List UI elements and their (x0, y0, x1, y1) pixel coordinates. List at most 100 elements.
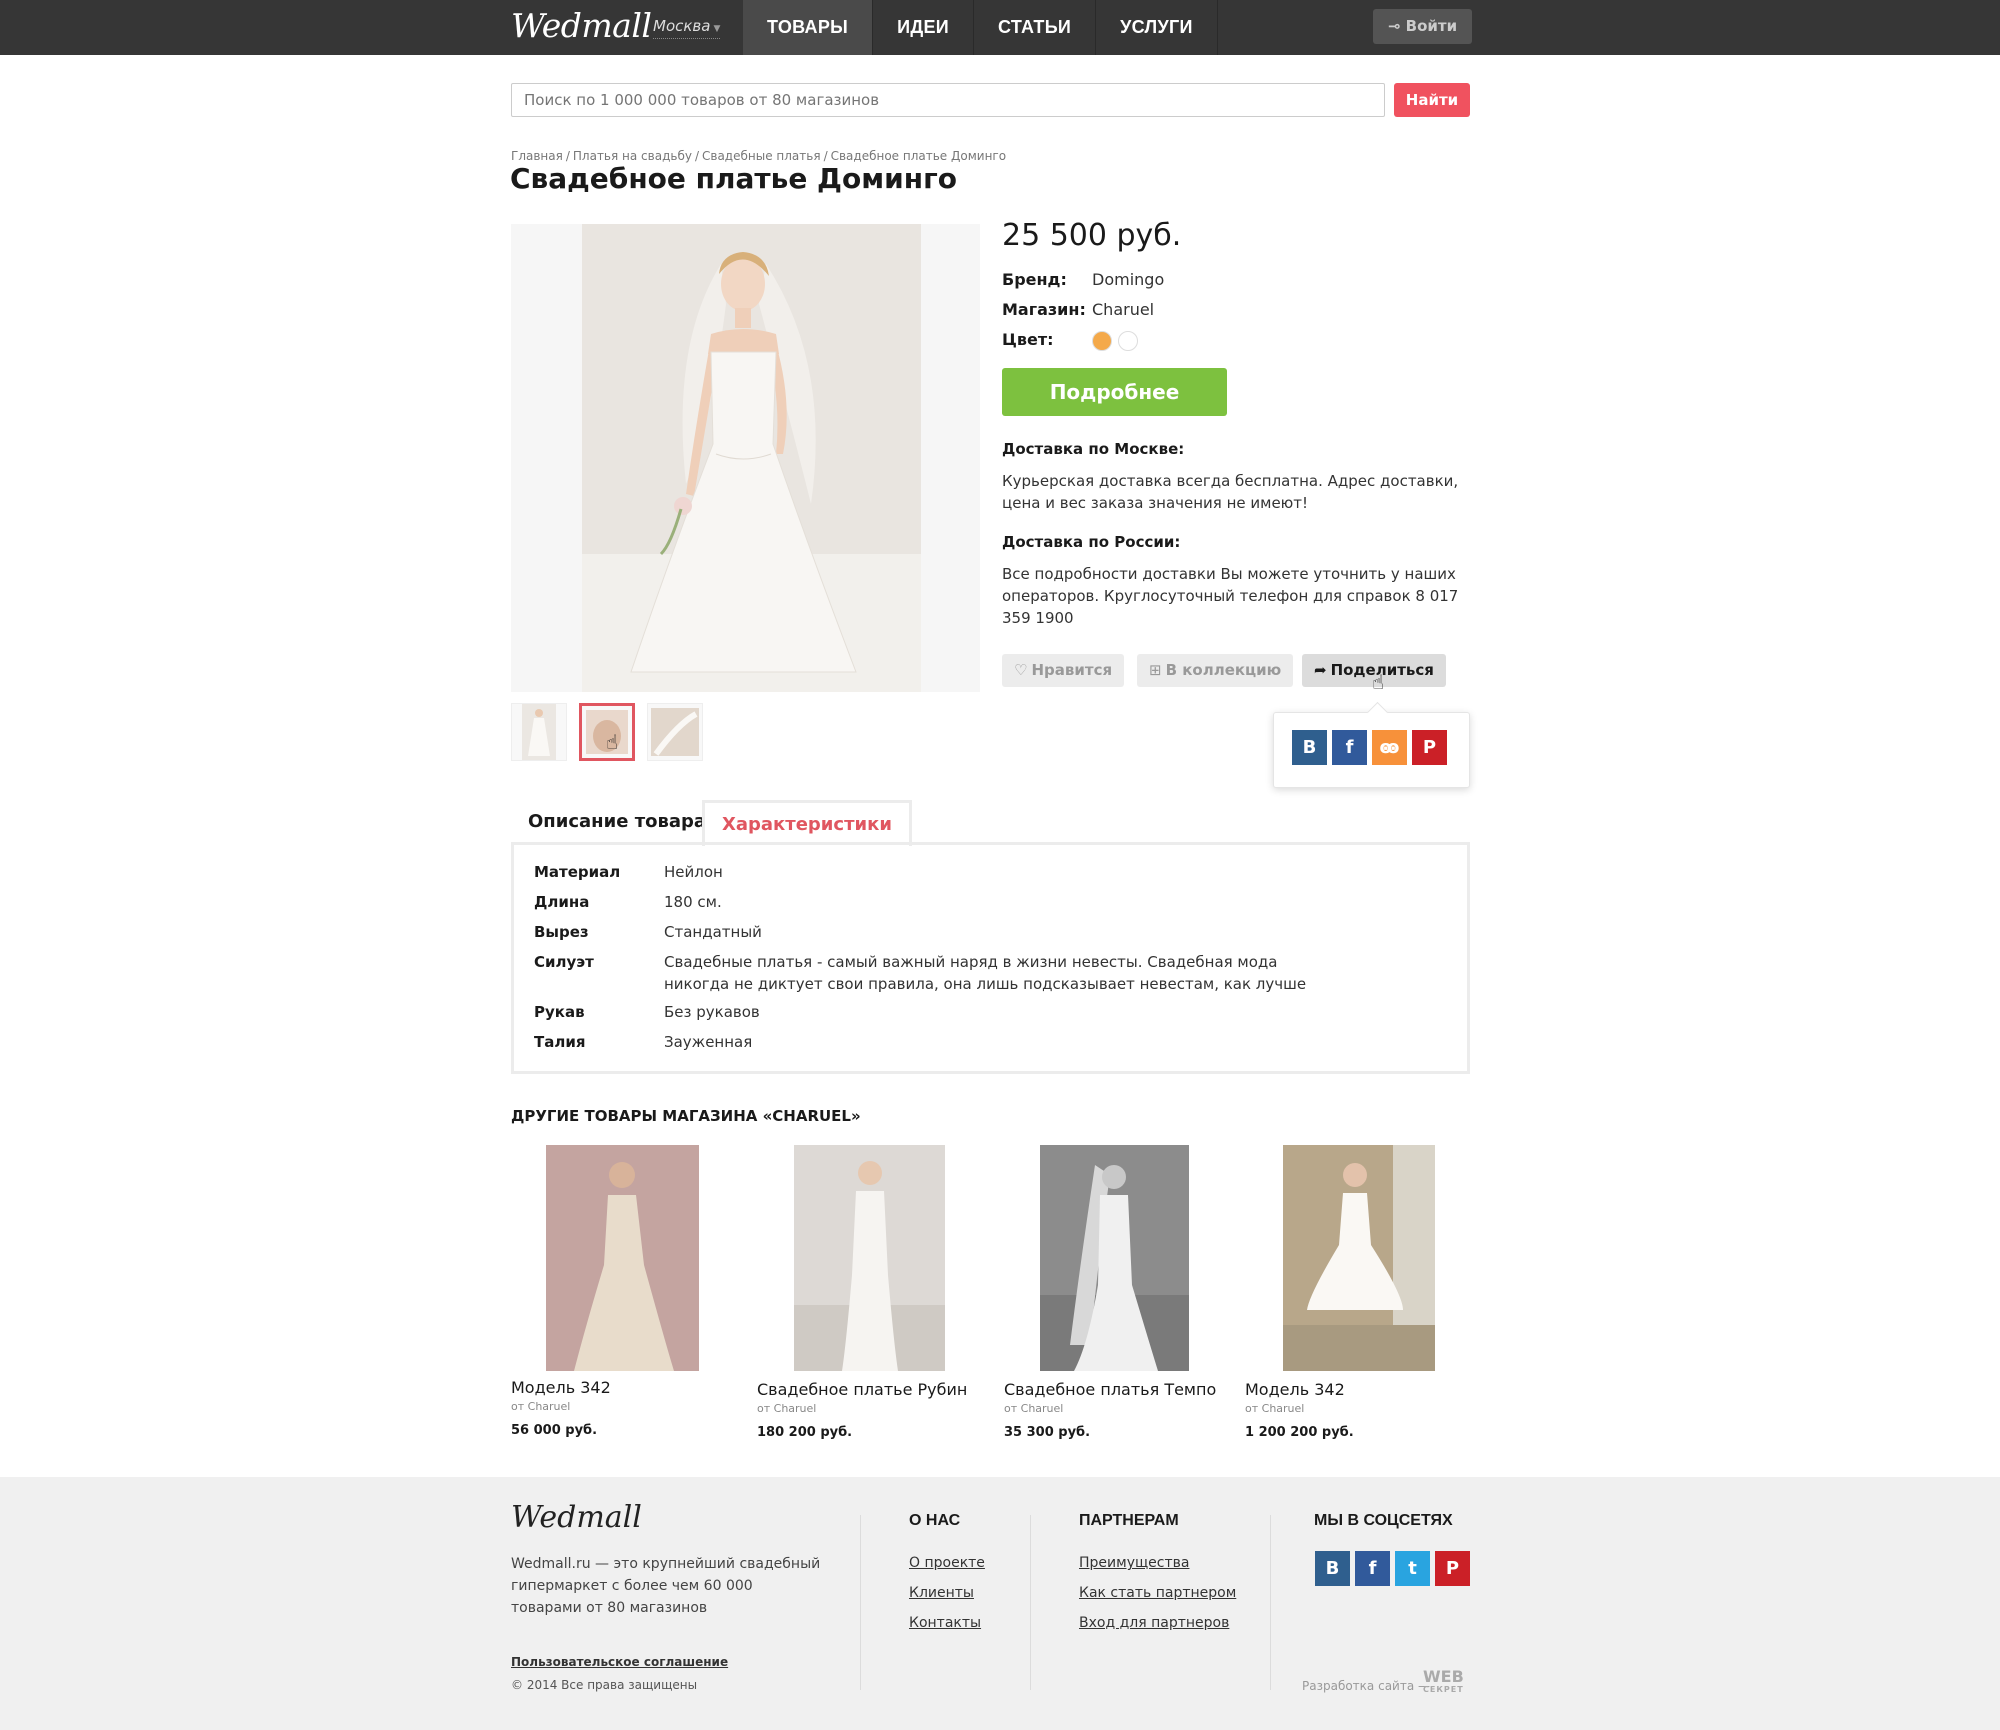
footer-partners-title: ПАРТНЕРАМ (1079, 1512, 1179, 1529)
facebook-icon[interactable]: f (1355, 1551, 1390, 1586)
chevron-down-icon: ▼ (713, 24, 721, 34)
spec-key: Материал (534, 863, 621, 881)
product-attributes: Бренд: Domingo Магазин: Charuel Цвет: (1002, 265, 1164, 355)
spec-value: Без рукавов (664, 1003, 760, 1021)
delivery-moscow-text: Курьерская доставка всегда бесплатна. Ад… (1002, 472, 1459, 512)
like-button[interactable]: ♡ Нравится (1002, 654, 1125, 687)
color-swatch-orange[interactable] (1092, 330, 1112, 351)
breadcrumb-link-bridal-dresses[interactable]: Свадебные платья (702, 149, 821, 163)
thumbnail-1[interactable] (511, 703, 567, 761)
product-card-image[interactable] (794, 1145, 945, 1371)
collection-label: В коллекцию (1165, 661, 1282, 679)
hand-cursor-icon: ☝ (1372, 670, 1385, 694)
footer-about-text: Wedmall.ru — это крупнейший свадебный ги… (511, 1556, 821, 1616)
related-products-title: ДРУГИЕ ТОВАРЫ МАГАЗИНА «CHARUEL» (511, 1107, 861, 1125)
site-logo[interactable]: Wedmall (511, 6, 652, 45)
color-label: Цвет: (1002, 330, 1054, 349)
spec-key: Силуэт (534, 953, 594, 971)
breadcrumb-link-wedding-dresses[interactable]: Платья на свадьбу (573, 149, 692, 163)
odnoklassniki-share-icon[interactable]: ꙭ (1372, 730, 1407, 765)
delivery-russia-text: Все подробности доставки Вы можете уточн… (1002, 565, 1459, 627)
product-main-image[interactable] (511, 224, 980, 692)
product-card-shop: от Charuel (1245, 1402, 1305, 1415)
footer-logo[interactable]: Wedmall (511, 1500, 642, 1535)
vk-icon[interactable]: В (1315, 1551, 1350, 1586)
city-selector[interactable]: Москва ▼ (653, 17, 721, 39)
footer-link-become-partner[interactable]: Как стать партнером (1079, 1585, 1236, 1601)
search-input[interactable] (511, 83, 1385, 117)
product-card-shop: от Charuel (511, 1400, 571, 1413)
twitter-icon[interactable]: t (1395, 1551, 1430, 1586)
footer-about-title: О НАС (909, 1512, 961, 1529)
spec-value: Свадебные платья - самый важный наряд в … (664, 953, 1307, 993)
brand-value: Domingo (1092, 270, 1165, 289)
nav-item-articles[interactable]: СТАТЬИ (974, 0, 1097, 55)
nav-item-services[interactable]: УСЛУГИ (1096, 0, 1218, 55)
key-icon: ⊸ (1387, 17, 1406, 35)
like-label: Нравится (1031, 661, 1113, 679)
shop-value: Charuel (1092, 300, 1155, 319)
footer-divider (1270, 1515, 1271, 1690)
thumbnail-2[interactable]: ☝ (579, 703, 635, 761)
shop-label: Магазин: (1002, 300, 1086, 319)
hand-cursor-icon: ☝ (606, 730, 619, 754)
spec-value: Нейлон (664, 863, 723, 881)
breadcrumb-current: Свадебное платье Доминго (830, 149, 1007, 163)
nav-item-ideas[interactable]: ИДЕИ (873, 0, 974, 55)
footer-link-partner-login[interactable]: Вход для партнеров (1079, 1615, 1229, 1631)
product-card-shop: от Charuel (1004, 1402, 1064, 1415)
tab-description[interactable]: Описание товара (511, 800, 723, 844)
breadcrumb: Главная / Платья на свадьбу / Свадебные плат… (511, 149, 1007, 163)
footer-social-icons: В f t P (1315, 1551, 1470, 1586)
product-card-name[interactable]: Модель 342 (1245, 1380, 1345, 1399)
search-button[interactable]: Найти (1394, 83, 1470, 117)
spec-value: Зауженная (664, 1033, 753, 1051)
login-label: Войти (1405, 17, 1458, 35)
color-swatch-white[interactable] (1118, 330, 1138, 351)
spec-key: Талия (534, 1033, 586, 1051)
copyright: © 2014 Все права защищены (511, 1678, 698, 1692)
vk-share-icon[interactable]: В (1292, 730, 1327, 765)
delivery-moscow-title: Доставка по Москве: (1002, 440, 1185, 458)
page-title: Свадебное платье Доминго (510, 162, 957, 195)
top-navigation-bar: Wedmall Москва ▼ ТОВАРЫ ИДЕИ СТАТЬИ УСЛУГ… (0, 0, 2000, 55)
nav-item-goods[interactable]: ТОВАРЫ (743, 0, 874, 55)
add-to-collection-button[interactable]: ⊞ В коллекцию (1137, 654, 1294, 687)
pinterest-share-icon[interactable]: P (1412, 730, 1447, 765)
footer-link-clients[interactable]: Клиенты (909, 1585, 974, 1601)
product-card-image[interactable] (546, 1145, 699, 1371)
product-card-image[interactable] (1040, 1145, 1189, 1371)
facebook-share-icon[interactable]: f (1332, 730, 1367, 765)
footer-link-about-project[interactable]: О проекте (909, 1555, 985, 1571)
pinterest-icon[interactable]: P (1435, 1551, 1470, 1586)
user-agreement-link[interactable]: Пользовательское соглашение (511, 1655, 728, 1669)
product-card-name[interactable]: Свадебное платья Темпо (1004, 1380, 1216, 1399)
product-card-price: 180 200 руб. (757, 1425, 853, 1440)
spec-key: Вырез (534, 923, 589, 941)
spec-key: Длина (534, 893, 590, 911)
city-label: Москва (653, 17, 711, 35)
share-popup: В f ꙭ P (1273, 712, 1470, 788)
developer-logo-bottom: СЕКРЕТ (1423, 1685, 1464, 1694)
developer-logo[interactable]: WEB СЕКРЕТ (1423, 1669, 1464, 1696)
spec-key: Рукав (534, 1003, 585, 1021)
plus-box-icon: ⊞ (1149, 661, 1162, 679)
product-card-image[interactable] (1283, 1145, 1435, 1371)
footer (0, 1477, 2000, 1730)
product-card-price: 1 200 200 руб. (1245, 1425, 1354, 1440)
thumbnail-strip: ☝ (511, 703, 703, 761)
product-card-price: 35 300 руб. (1004, 1425, 1091, 1440)
breadcrumb-link-home[interactable]: Главная (511, 149, 563, 163)
brand-label: Бренд: (1002, 270, 1067, 289)
product-card-name[interactable]: Модель 342 (511, 1378, 611, 1397)
details-button[interactable]: Подробнее (1002, 368, 1227, 416)
login-button[interactable]: ⊸ Войти (1373, 9, 1472, 44)
thumbnail-3[interactable] (647, 703, 703, 761)
spec-value: 180 см. (664, 893, 722, 911)
share-arrow-icon: ➦ (1314, 661, 1327, 679)
product-card-name[interactable]: Свадебное платье Рубин (757, 1380, 967, 1399)
tab-specifications[interactable]: Характеристики (702, 800, 912, 846)
footer-link-contacts[interactable]: Контакты (909, 1615, 981, 1631)
footer-link-advantages[interactable]: Преимущества (1079, 1555, 1189, 1571)
footer-social-title: МЫ В СОЦСЕТЯХ (1314, 1512, 1453, 1529)
